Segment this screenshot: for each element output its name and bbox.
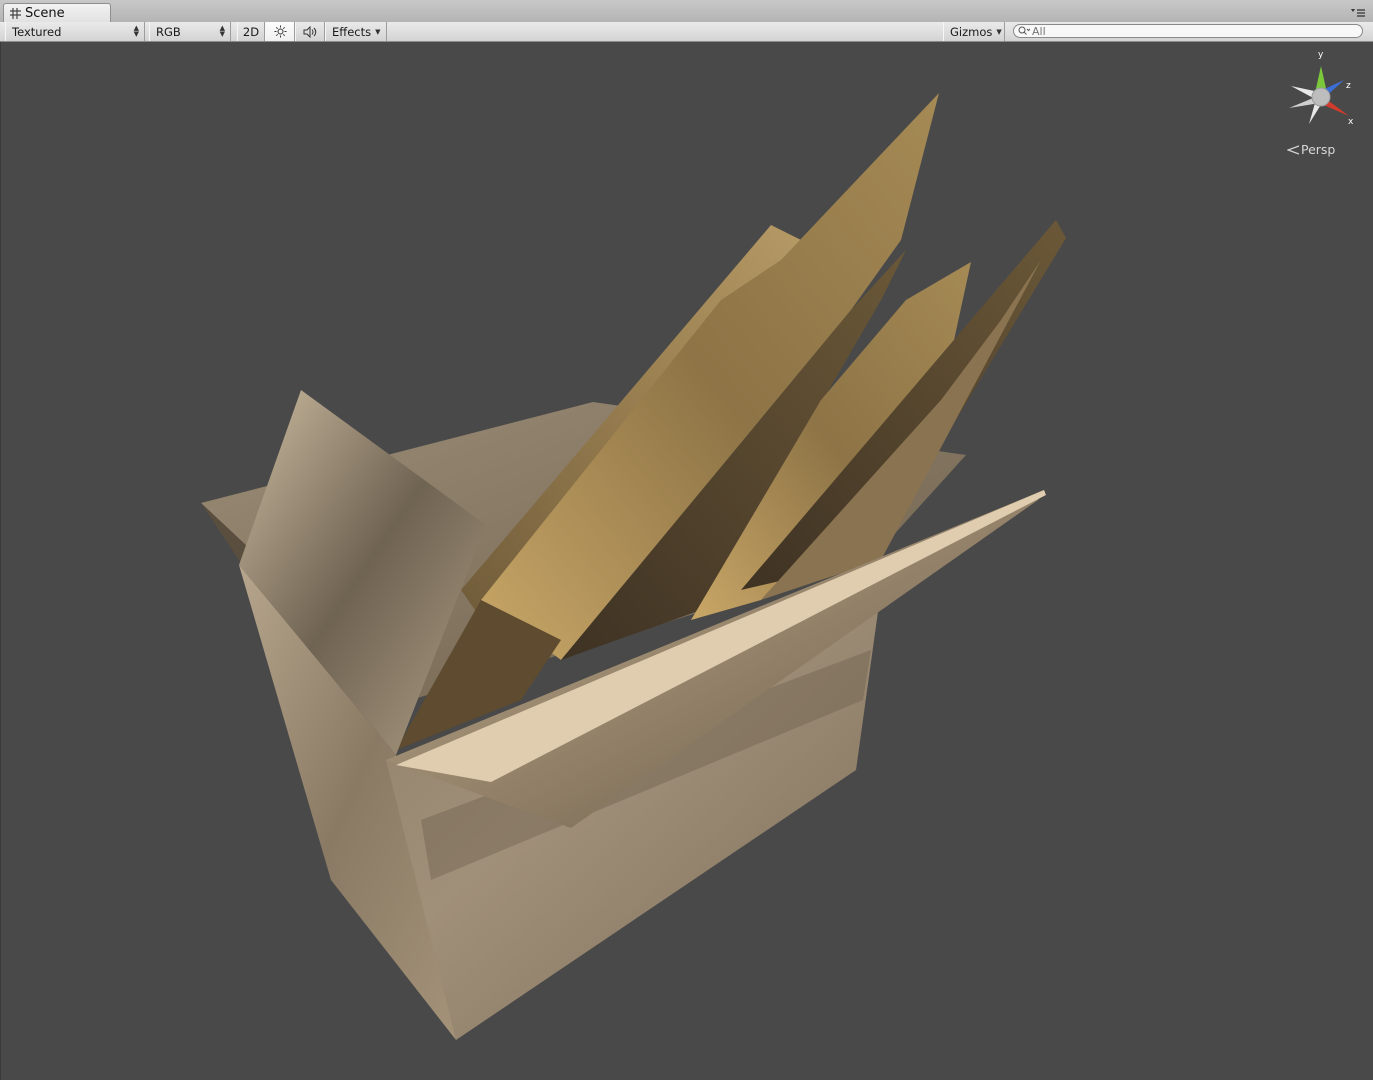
projection-label: Persp [1301, 142, 1336, 157]
projection-toggle[interactable]: Persp [1287, 142, 1335, 157]
wooden-crate-model [201, 93, 1066, 1040]
perspective-icon [1287, 144, 1299, 155]
gizmo-center-cube[interactable] [1311, 87, 1331, 107]
orientation-gizmo[interactable]: y z x [1281, 48, 1361, 128]
axis-y-label: y [1318, 50, 1324, 60]
axis-x-label: x [1348, 117, 1354, 127]
axis-z-label: z [1346, 81, 1351, 91]
scene-viewport[interactable]: y z x Persp [0, 42, 1373, 1080]
